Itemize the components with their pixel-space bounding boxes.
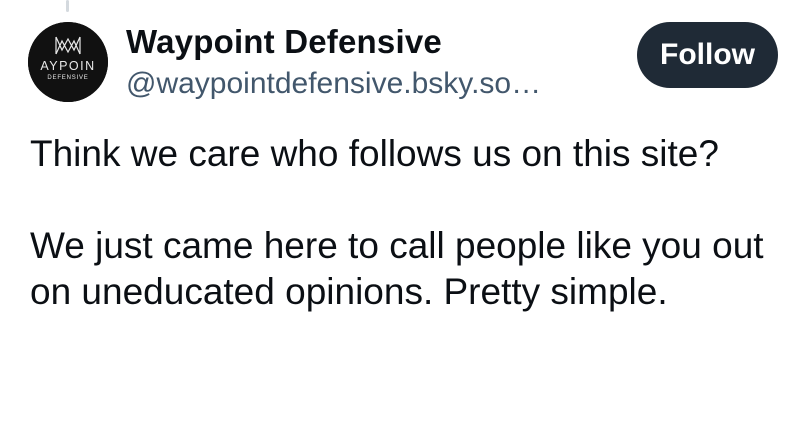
avatar-logo-subtext: DEFENSIVE [47, 75, 88, 81]
post-paragraph: We just came here to call people like yo… [30, 225, 764, 312]
author-info: Waypoint Defensive @waypointdefensive.bs… [126, 22, 626, 104]
post-paragraph: Think we care who follows us on this sit… [30, 133, 719, 174]
post-text: Think we care who follows us on this sit… [30, 131, 790, 315]
post-card: AYPOIN DEFENSIVE Waypoint Defensive @way… [0, 0, 806, 423]
waypoint-defensive-logo-icon: AYPOIN DEFENSIVE [28, 22, 108, 102]
avatar[interactable]: AYPOIN DEFENSIVE [28, 22, 108, 102]
author-handle[interactable]: @waypointdefensive.bsky.so… [126, 64, 626, 104]
avatar-logo-text: AYPOIN [40, 59, 95, 73]
follow-button[interactable]: Follow [637, 22, 778, 88]
author-display-name[interactable]: Waypoint Defensive [126, 22, 626, 62]
